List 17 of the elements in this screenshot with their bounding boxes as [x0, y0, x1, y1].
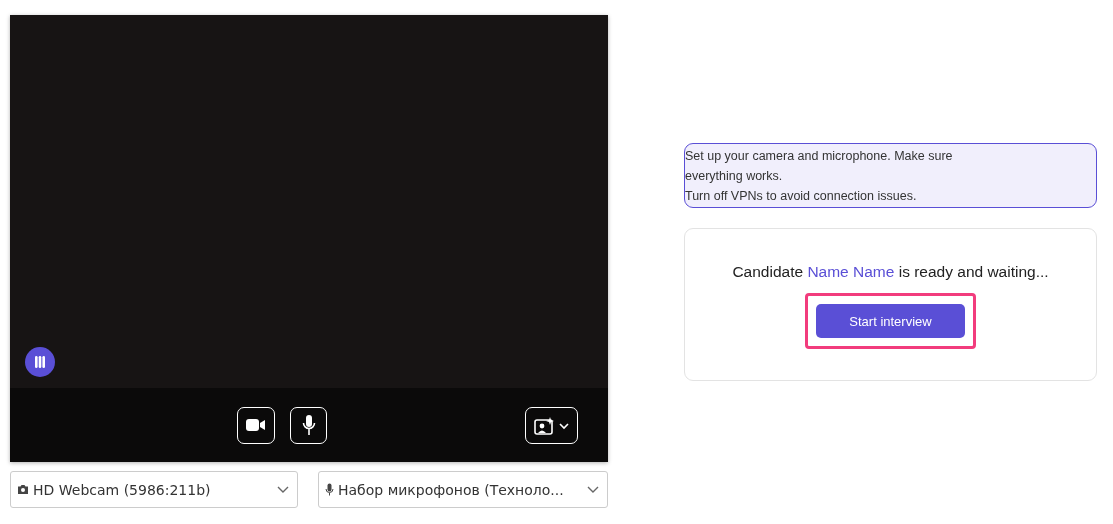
microphone-icon — [325, 483, 334, 496]
camera-toggle-button[interactable] — [237, 406, 275, 444]
chevron-icon — [277, 485, 289, 494]
camera-icon — [17, 484, 29, 495]
microphone-select[interactable]: Набор микрофонов (Техноло... — [318, 471, 608, 508]
video-camera-icon — [246, 418, 266, 432]
chevron-icon — [587, 485, 599, 494]
camera-select[interactable]: HD Webcam (5986:211b) — [10, 471, 298, 508]
portrait-sparkle-icon — [533, 415, 570, 436]
audio-level-icon — [25, 347, 55, 377]
microphone-toggle-button[interactable] — [290, 406, 327, 444]
start-interview-button[interactable]: Start interview — [816, 304, 965, 338]
notice-text: Set up your camera and microphone. Make sure everything works. — [685, 148, 954, 185]
notice-text: Turn off VPNs to avoid connection issues. — [685, 188, 918, 205]
status-text: Candidate Name Name is ready and waiting... — [732, 263, 1049, 281]
effects-menu-button[interactable] — [525, 407, 578, 444]
microphone-icon — [301, 414, 316, 436]
